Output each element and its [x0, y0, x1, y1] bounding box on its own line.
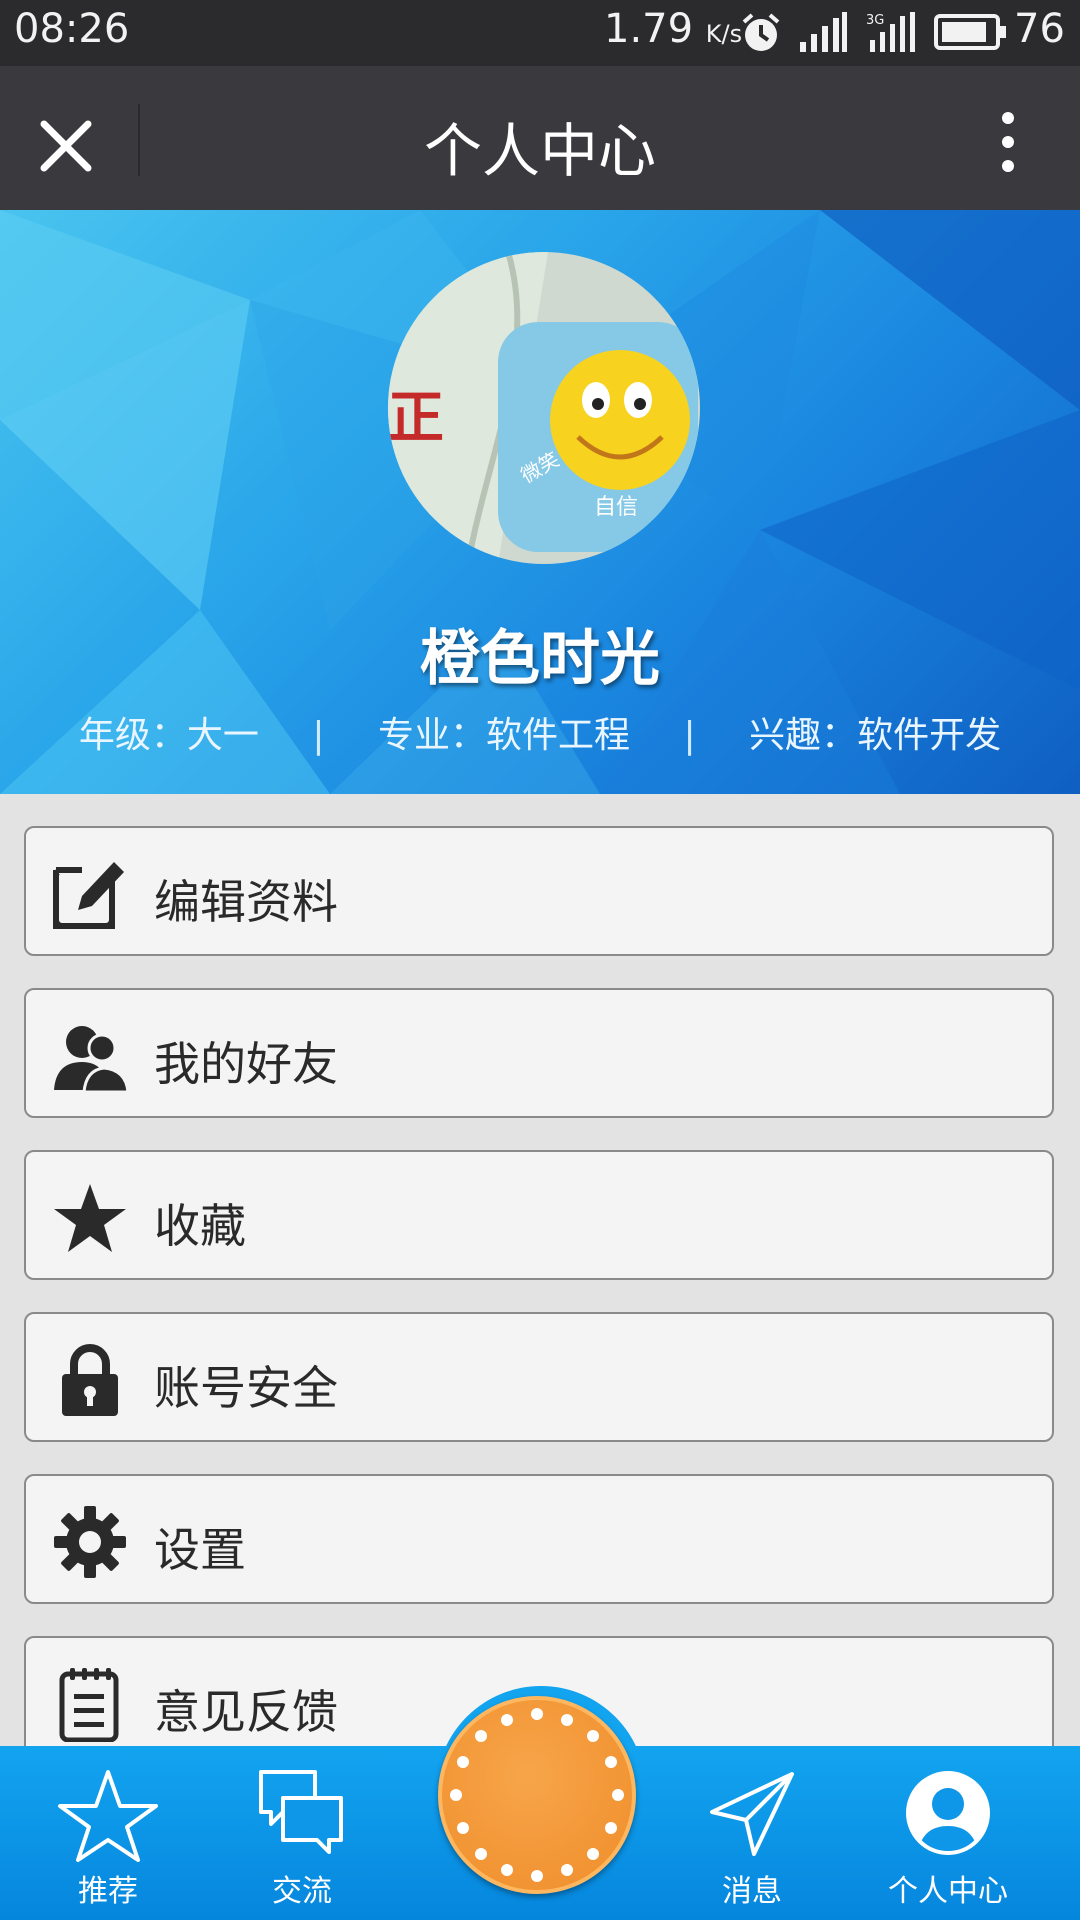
- alarm-icon: [742, 13, 780, 51]
- paper-plane-icon: [710, 1772, 794, 1856]
- orange-center-icon: [450, 1708, 624, 1882]
- major-label: 专业：: [377, 715, 486, 756]
- nav-label: 交流: [272, 1874, 332, 1909]
- avatar-text-zheng: 正: [388, 386, 444, 451]
- star-outline-icon: [58, 1770, 158, 1862]
- edit-icon: [53, 856, 128, 929]
- user-icon: [906, 1771, 990, 1855]
- center-action-button[interactable]: [438, 1696, 636, 1894]
- star-icon: [54, 1184, 126, 1252]
- menu-item-account-security[interactable]: 账号安全: [24, 1312, 1054, 1442]
- nav-personal-center[interactable]: 个人中心: [868, 1746, 1028, 1920]
- speed-unit: K/s: [705, 20, 743, 48]
- nav-recommend[interactable]: 推荐: [28, 1746, 188, 1920]
- nav-label: 个人中心: [888, 1874, 1008, 1909]
- avatar-image: 正 微笑 自信: [388, 252, 700, 564]
- battery-level: 76: [1014, 6, 1065, 52]
- interest-value: 软件开发: [857, 715, 1002, 756]
- signal-icon: [800, 12, 847, 52]
- battery-icon: [934, 14, 1006, 50]
- major-value: 软件工程: [486, 715, 631, 756]
- menu-label: 意见反馈: [154, 1685, 338, 1739]
- page-title: 个人中心: [423, 117, 656, 185]
- nickname: 橙色时光: [420, 624, 660, 694]
- nav-label: 推荐: [78, 1874, 138, 1909]
- network-type: 3G: [866, 13, 884, 28]
- status-time: 08:26: [14, 6, 130, 52]
- signal-3g-icon: 3G: [866, 12, 915, 52]
- title-bar: 个人中心: [0, 66, 1080, 210]
- menu-item-edit-profile[interactable]: 编辑资料: [24, 826, 1054, 956]
- profile-header: 正 微笑 自信 橙色时光 年级：大一 | 专业：软件工程 | 兴趣：软件开发: [0, 210, 1080, 794]
- gear-icon: [54, 1506, 126, 1578]
- friends-icon: [54, 1026, 128, 1094]
- status-bar: 08:26 1.79 K/s 3G 76: [0, 0, 1080, 66]
- menu-label: 收藏: [154, 1199, 246, 1253]
- menu-item-my-friends[interactable]: 我的好友: [24, 988, 1054, 1118]
- grade-value: 大一: [186, 715, 259, 756]
- menu-label: 编辑资料: [154, 875, 338, 929]
- lock-icon: [62, 1344, 118, 1416]
- info-separator: |: [683, 715, 696, 756]
- nav-messages[interactable]: 消息: [672, 1746, 832, 1920]
- info-separator: |: [312, 715, 325, 756]
- profile-info: 年级：大一 | 专业：软件工程 | 兴趣：软件开发: [0, 706, 1080, 758]
- menu-item-settings[interactable]: 设置: [24, 1474, 1054, 1604]
- nav-label: 消息: [722, 1874, 782, 1909]
- menu-label: 账号安全: [154, 1361, 338, 1415]
- avatar-text-confidence: 自信: [594, 495, 638, 520]
- more-options-icon[interactable]: [996, 110, 1020, 174]
- avatar[interactable]: 正 微笑 自信: [388, 252, 700, 564]
- menu-label: 设置: [154, 1523, 246, 1577]
- clipboard-icon: [59, 1668, 119, 1742]
- menu-label: 我的好友: [154, 1037, 338, 1091]
- menu-item-favorites[interactable]: 收藏: [24, 1150, 1054, 1280]
- chat-icon: [259, 1770, 343, 1854]
- speed-value: 1.79: [604, 6, 694, 52]
- network-speed: 1.79 K/s: [604, 6, 742, 52]
- grade-label: 年级：: [78, 715, 187, 756]
- nav-communication[interactable]: 交流: [222, 1746, 382, 1920]
- interest-label: 兴趣：: [749, 715, 858, 756]
